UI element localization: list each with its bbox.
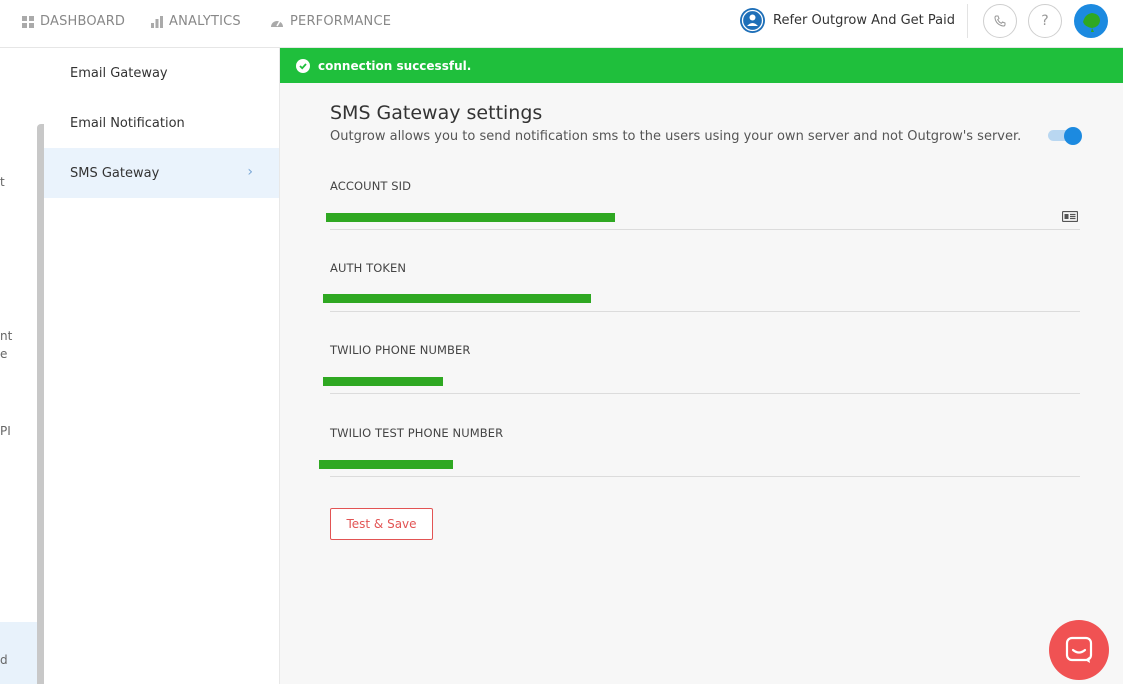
nav-performance-label: PERFORMANCE bbox=[290, 14, 392, 29]
main-content: connection successful. SMS Gateway setti… bbox=[280, 48, 1123, 684]
phone-button[interactable] bbox=[983, 4, 1017, 38]
chat-icon bbox=[1065, 636, 1093, 663]
field-label: TWILIO TEST PHONE NUMBER bbox=[330, 426, 504, 440]
help-button[interactable]: ? bbox=[1028, 4, 1062, 38]
field-label: ACCOUNT SID bbox=[330, 179, 412, 193]
sidebar-item-label: SMS Gateway bbox=[70, 165, 160, 181]
sidebar-item-sms-gateway[interactable]: SMS Gateway › bbox=[44, 148, 279, 198]
sidebar-item-label: Email Notification bbox=[70, 115, 185, 131]
redaction-mark bbox=[319, 460, 453, 469]
refer-link[interactable]: Refer Outgrow And Get Paid bbox=[740, 8, 955, 33]
auth-token-input[interactable] bbox=[323, 284, 1080, 312]
twilio-test-phone-number-field: TWILIO TEST PHONE NUMBER bbox=[319, 426, 1080, 477]
nav-performance[interactable]: PERFORMANCE bbox=[270, 14, 391, 29]
auth-token-field: AUTH TOKEN bbox=[323, 261, 1080, 312]
settings-sidebar: Email Gateway Email Notification SMS Gat… bbox=[44, 48, 280, 684]
sidebar-item-email-notification[interactable]: Email Notification bbox=[44, 98, 279, 148]
top-navigation: DASHBOARD ANALYTICS PERFORMANCE Refer Ou… bbox=[0, 0, 1123, 48]
grid-icon bbox=[22, 15, 34, 28]
bar-chart-icon bbox=[151, 15, 163, 28]
id-card-icon[interactable] bbox=[1062, 211, 1078, 222]
page-title: SMS Gateway settings bbox=[330, 102, 543, 124]
nav-divider bbox=[967, 4, 968, 38]
sidebar-item-email-gateway[interactable]: Email Gateway bbox=[44, 48, 279, 98]
left-strip-fragment: t bbox=[0, 175, 5, 189]
nav-dashboard-label: DASHBOARD bbox=[40, 14, 126, 29]
nav-dashboard[interactable]: DASHBOARD bbox=[22, 14, 125, 29]
nav-analytics-label: ANALYTICS bbox=[169, 14, 241, 29]
test-and-save-button[interactable]: Test & Save bbox=[330, 508, 433, 540]
twilio-phone-number-input[interactable] bbox=[323, 366, 1080, 394]
banner-message: connection successful. bbox=[318, 58, 472, 73]
nav-analytics[interactable]: ANALYTICS bbox=[151, 14, 241, 29]
left-scrollbar[interactable] bbox=[37, 124, 44, 684]
users-network-icon bbox=[740, 8, 765, 33]
chat-launcher-button[interactable] bbox=[1049, 620, 1109, 680]
check-circle-icon bbox=[296, 58, 310, 73]
left-strip-fragment: nt bbox=[0, 329, 13, 343]
left-strip-fragment: d bbox=[0, 653, 8, 667]
chevron-right-icon: › bbox=[247, 164, 253, 180]
account-sid-field: ACCOUNT SID bbox=[326, 179, 1080, 230]
phone-icon bbox=[994, 15, 1006, 27]
account-sid-input[interactable] bbox=[326, 202, 1080, 230]
sidebar-item-label: Email Gateway bbox=[70, 65, 168, 81]
avatar[interactable] bbox=[1074, 4, 1108, 38]
sms-gateway-toggle[interactable] bbox=[1048, 127, 1082, 145]
redaction-mark bbox=[326, 213, 615, 222]
redaction-mark bbox=[323, 377, 443, 386]
redaction-mark bbox=[323, 294, 591, 303]
field-label: AUTH TOKEN bbox=[330, 261, 407, 275]
page-description: Outgrow allows you to send notification … bbox=[330, 129, 1022, 144]
help-icon: ? bbox=[1041, 13, 1049, 29]
avatar-image-icon bbox=[1083, 13, 1100, 32]
left-strip: t nt e PI d bbox=[0, 48, 44, 684]
success-banner: connection successful. bbox=[280, 48, 1123, 83]
refer-label: Refer Outgrow And Get Paid bbox=[773, 13, 955, 28]
twilio-phone-number-field: TWILIO PHONE NUMBER bbox=[323, 343, 1080, 394]
left-strip-fragment: PI bbox=[0, 424, 11, 438]
speedometer-icon bbox=[271, 20, 283, 27]
left-strip-fragment: e bbox=[0, 347, 8, 361]
field-label: TWILIO PHONE NUMBER bbox=[330, 343, 471, 357]
twilio-test-phone-number-input[interactable] bbox=[319, 449, 1080, 477]
toggle-knob bbox=[1064, 127, 1082, 145]
